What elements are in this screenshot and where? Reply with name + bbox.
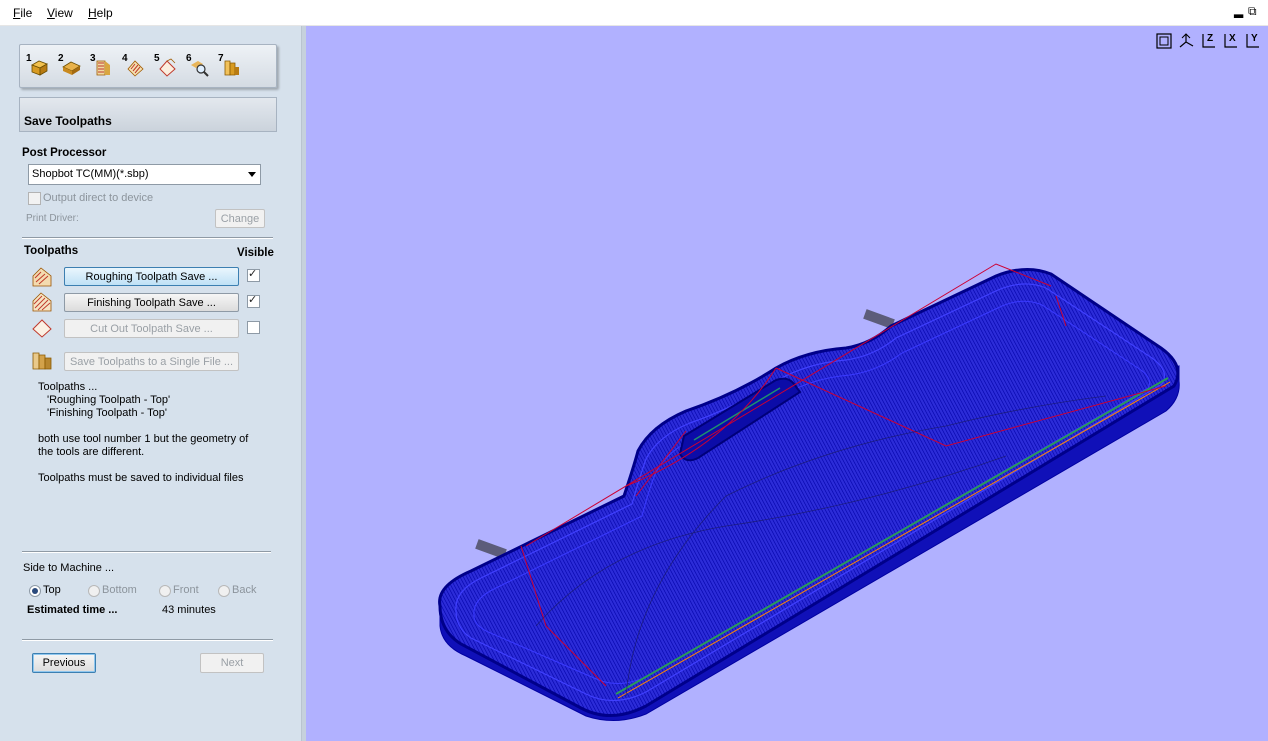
step-7-button[interactable]: 7 (218, 53, 244, 79)
info-line: 'Roughing Toolpath - Top' (47, 394, 171, 406)
side-front-radio[interactable] (159, 585, 171, 597)
check-icon: ✓ (248, 268, 258, 280)
cutout-icon (159, 58, 176, 77)
finishing-toolpath-save-button[interactable]: Finishing Toolpath Save ... (64, 293, 239, 312)
post-processor-value: Shopbot TC(MM)(*.sbp) (32, 168, 149, 180)
menu-help[interactable]: Help (88, 6, 113, 20)
board-top-toolpath (438, 268, 1180, 718)
model-icon (62, 61, 81, 75)
preview-icon (191, 61, 209, 77)
finishing-visible-checkbox[interactable]: ✓ (247, 294, 260, 308)
page-title-box: Save Toolpaths (19, 97, 277, 132)
radio-dot (32, 588, 38, 594)
step-6-button[interactable]: 6 (186, 53, 212, 79)
toolpath-panel: 1 2 3 4 5 6 7 Save Toolpaths Post Proces… (0, 26, 301, 741)
roughing-icon (96, 60, 110, 76)
info-line: 'Finishing Toolpath - Top' (47, 407, 167, 419)
step-4-button[interactable]: 4 (122, 53, 148, 79)
side-bottom-radio[interactable] (88, 585, 100, 597)
toolpath-model-view (438, 263, 1180, 721)
check-icon: ✓ (248, 294, 258, 306)
roughing-toolpath-save-button[interactable]: Roughing Toolpath Save ... (64, 267, 239, 286)
finishing-toolpath-icon (32, 292, 52, 312)
menu-view[interactable]: View (47, 6, 73, 20)
side-bottom-label: Bottom (102, 584, 137, 596)
roughing-toolpath-icon (32, 267, 52, 287)
side-top-label: Top (43, 584, 61, 596)
page-title: Save Toolpaths (24, 114, 112, 128)
cutout-visible-checkbox[interactable] (247, 321, 260, 334)
divider (22, 237, 273, 239)
step-toolbar: 1 2 3 4 5 6 7 (19, 44, 277, 88)
cutout-toolpath-save-button[interactable]: Cut Out Toolpath Save ... (64, 319, 239, 338)
next-button[interactable]: Next (200, 653, 264, 673)
estimated-time-label: Estimated time ... (27, 604, 118, 616)
roughing-visible-checkbox[interactable]: ✓ (247, 268, 260, 282)
side-back-label: Back (232, 584, 257, 596)
step-3-button[interactable]: 3 (90, 53, 116, 79)
info-line: the tools are different. (38, 446, 145, 458)
output-direct-label: Output direct to device (43, 192, 154, 204)
info-line: Toolpaths must be saved to individual fi… (38, 472, 244, 484)
post-processor-label: Post Processor (22, 147, 107, 159)
change-button[interactable]: Change (215, 209, 265, 228)
step-5-button[interactable]: 5 (154, 53, 180, 79)
save-toolpaths-icon (224, 60, 239, 76)
chevron-down-icon (248, 172, 256, 177)
save-single-file-button[interactable]: Save Toolpaths to a Single File ... (64, 352, 239, 371)
finishing-icon (127, 60, 144, 77)
previous-button[interactable]: Previous (32, 653, 96, 673)
save-single-file-icon (32, 352, 52, 370)
3d-viewport[interactable]: Z X Y (306, 26, 1268, 741)
output-direct-checkbox[interactable] (28, 192, 41, 205)
menu-bar: File View Help ▂ ⧉ (0, 0, 1268, 26)
minimize-icon[interactable]: ▂ (1234, 4, 1243, 18)
side-top-radio[interactable] (29, 585, 41, 597)
visible-header: Visible (237, 247, 274, 259)
menu-file[interactable]: File (13, 6, 32, 20)
post-processor-select[interactable]: Shopbot TC(MM)(*.sbp) (28, 164, 261, 185)
side-to-machine-label: Side to Machine ... (23, 562, 115, 574)
side-back-radio[interactable] (218, 585, 230, 597)
print-driver-label: Print Driver: (26, 213, 79, 224)
material-setup-icon (31, 60, 48, 76)
restore-icon[interactable]: ⧉ (1248, 4, 1257, 19)
toolpaths-header: Toolpaths (24, 245, 79, 257)
side-front-label: Front (173, 584, 199, 596)
info-line: both use tool number 1 but the geometry … (38, 433, 249, 445)
divider (22, 639, 273, 641)
estimated-time-value: 43 minutes (162, 604, 216, 616)
step-2-button[interactable]: 2 (58, 53, 84, 79)
divider (22, 551, 271, 553)
info-line: Toolpaths ... (38, 381, 98, 393)
cutout-toolpath-icon (32, 319, 52, 338)
step-1-button[interactable]: 1 (26, 53, 52, 79)
